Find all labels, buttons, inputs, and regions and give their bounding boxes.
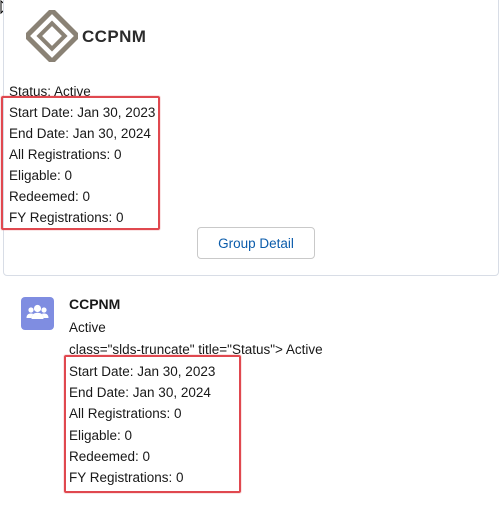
group-detail-button[interactable]: Group Detail xyxy=(197,227,315,259)
highlight-box-card xyxy=(1,96,160,230)
highlight-box-group xyxy=(64,355,241,493)
group-title[interactable]: CCPNM xyxy=(69,296,120,312)
brand-name: CCPNM xyxy=(82,27,147,46)
group-icon xyxy=(21,297,54,330)
ccpnm-logo-icon xyxy=(26,10,78,62)
group-status: Active xyxy=(69,320,106,335)
